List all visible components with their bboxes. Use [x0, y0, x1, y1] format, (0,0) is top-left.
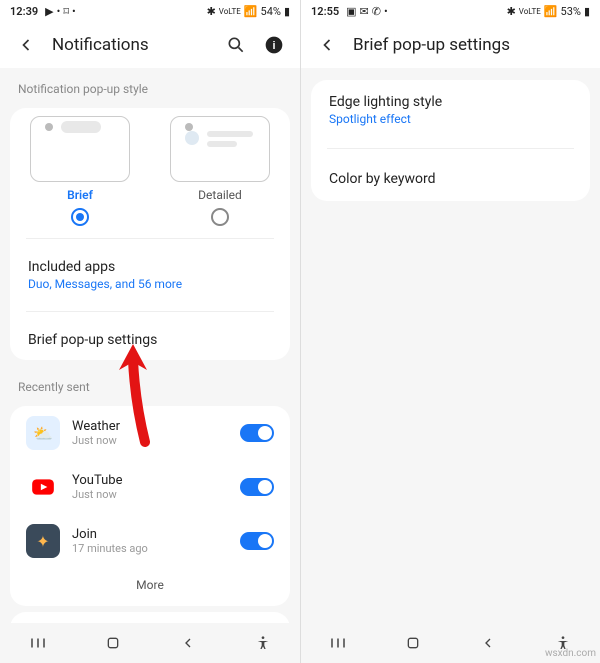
search-button[interactable] — [224, 33, 248, 57]
youtube-icon — [26, 470, 60, 504]
style-label-detailed: Detailed — [198, 188, 242, 202]
color-keyword-row[interactable]: Color by keyword — [311, 157, 590, 201]
volte-icon: VoLTE — [219, 7, 241, 16]
divider — [26, 238, 274, 239]
included-apps-row[interactable]: Included apps Duo, Messages, and 56 more — [10, 247, 290, 303]
nav-home[interactable] — [402, 632, 424, 654]
statusbar: 12:55 ▣ ✉ ✆ • ✱ VoLTE 📶 53% ▮ — [301, 0, 600, 22]
clock: 12:39 — [10, 5, 38, 18]
toggle-youtube[interactable] — [240, 478, 274, 496]
edge-lighting-row[interactable]: Edge lighting style Spotlight effect — [311, 80, 590, 140]
radio-detailed[interactable] — [211, 208, 229, 226]
whatsapp-icon: ✆ — [372, 5, 381, 18]
recent-item-join[interactable]: ✦ Join 17 minutes ago — [10, 514, 290, 568]
info-button[interactable]: i — [262, 33, 286, 57]
more-link[interactable]: More — [10, 568, 290, 606]
back-button[interactable] — [315, 33, 339, 57]
navbar — [0, 623, 300, 663]
bluetooth-icon: ✱ — [207, 5, 216, 18]
toggle-join[interactable] — [240, 532, 274, 550]
nav-accessibility[interactable] — [252, 632, 274, 654]
signal-icon: 📶 — [244, 5, 258, 18]
statusbar: 12:39 ▶ • ⌑ • ✱ VoLTE 📶 54% ▮ — [0, 0, 300, 22]
included-apps-sub: Duo, Messages, and 56 more — [28, 277, 272, 291]
recent-item-youtube[interactable]: YouTube Just now — [10, 460, 290, 514]
phone-left: 12:39 ▶ • ⌑ • ✱ VoLTE 📶 54% ▮ Notificati… — [0, 0, 300, 663]
app-time: 17 minutes ago — [72, 542, 228, 555]
notification-dot-icon: • — [57, 5, 61, 18]
edge-lighting-label: Edge lighting style — [329, 94, 572, 110]
recent-card: ⛅ Weather Just now YouTube Just now ✦ — [10, 406, 290, 606]
battery-text: 53% — [561, 5, 581, 18]
clock: 12:55 — [311, 5, 339, 18]
more-icon: • — [72, 5, 76, 18]
weather-icon: ⛅ — [26, 416, 60, 450]
app-name: Join — [72, 527, 228, 542]
toggle-weather[interactable] — [240, 424, 274, 442]
app-time: Just now — [72, 434, 228, 447]
nav-back[interactable] — [177, 632, 199, 654]
brief-popup-settings-label: Brief pop-up settings — [28, 332, 272, 348]
recent-item-weather[interactable]: ⛅ Weather Just now — [10, 406, 290, 460]
settings-card: Edge lighting style Spotlight effect Col… — [311, 80, 590, 201]
battery-icon: ▮ — [584, 5, 590, 18]
youtube-icon: ▶ — [45, 5, 53, 18]
detailed-preview — [170, 116, 270, 182]
app-name: YouTube — [72, 473, 228, 488]
included-apps-label: Included apps — [28, 259, 272, 275]
radio-brief[interactable] — [71, 208, 89, 226]
color-keyword-label: Color by keyword — [329, 171, 572, 187]
phone-right: 12:55 ▣ ✉ ✆ • ✱ VoLTE 📶 53% ▮ Brief pop-… — [300, 0, 600, 663]
battery-text: 54% — [261, 5, 281, 18]
content: Edge lighting style Spotlight effect Col… — [301, 68, 600, 623]
nav-recent[interactable] — [327, 632, 349, 654]
dnd-card[interactable]: Do not disturb — [10, 612, 290, 623]
watermark: wsxdn.com — [545, 648, 596, 659]
battery-icon: ▮ — [284, 5, 290, 18]
nav-home[interactable] — [102, 632, 124, 654]
notification-dot-icon: ⌑ — [63, 5, 69, 18]
brief-popup-settings-row[interactable]: Brief pop-up settings — [10, 320, 290, 360]
style-option-brief[interactable]: Brief — [10, 116, 150, 226]
nav-back[interactable] — [477, 632, 499, 654]
svg-text:i: i — [272, 40, 275, 52]
app-time: Just now — [72, 488, 228, 501]
signal-icon: 📶 — [544, 5, 558, 18]
edge-lighting-sub: Spotlight effect — [329, 112, 572, 126]
content: Notification pop-up style Brief Detailed — [0, 68, 300, 623]
join-icon: ✦ — [26, 524, 60, 558]
header: Notifications i — [0, 22, 300, 68]
app-name: Weather — [72, 419, 228, 434]
nav-recent[interactable] — [27, 632, 49, 654]
style-label-brief: Brief — [67, 188, 93, 202]
section-header-recent: Recently sent — [0, 366, 300, 400]
page-title: Brief pop-up settings — [353, 35, 586, 55]
header: Brief pop-up settings — [301, 22, 600, 68]
volte-icon: VoLTE — [519, 7, 541, 16]
style-option-detailed[interactable]: Detailed — [150, 116, 290, 226]
back-button[interactable] — [14, 33, 38, 57]
page-title: Notifications — [52, 35, 210, 55]
screenshot-icon: ▣ — [346, 5, 356, 18]
section-header-popup-style: Notification pop-up style — [0, 68, 300, 102]
notification-icon: ✉ — [360, 5, 369, 18]
popup-style-card: Brief Detailed Included apps Duo, Messag… — [10, 108, 290, 360]
brief-preview — [30, 116, 130, 182]
bluetooth-icon: ✱ — [507, 5, 516, 18]
divider — [26, 311, 274, 312]
divider — [327, 148, 574, 149]
more-icon: • — [384, 5, 388, 18]
